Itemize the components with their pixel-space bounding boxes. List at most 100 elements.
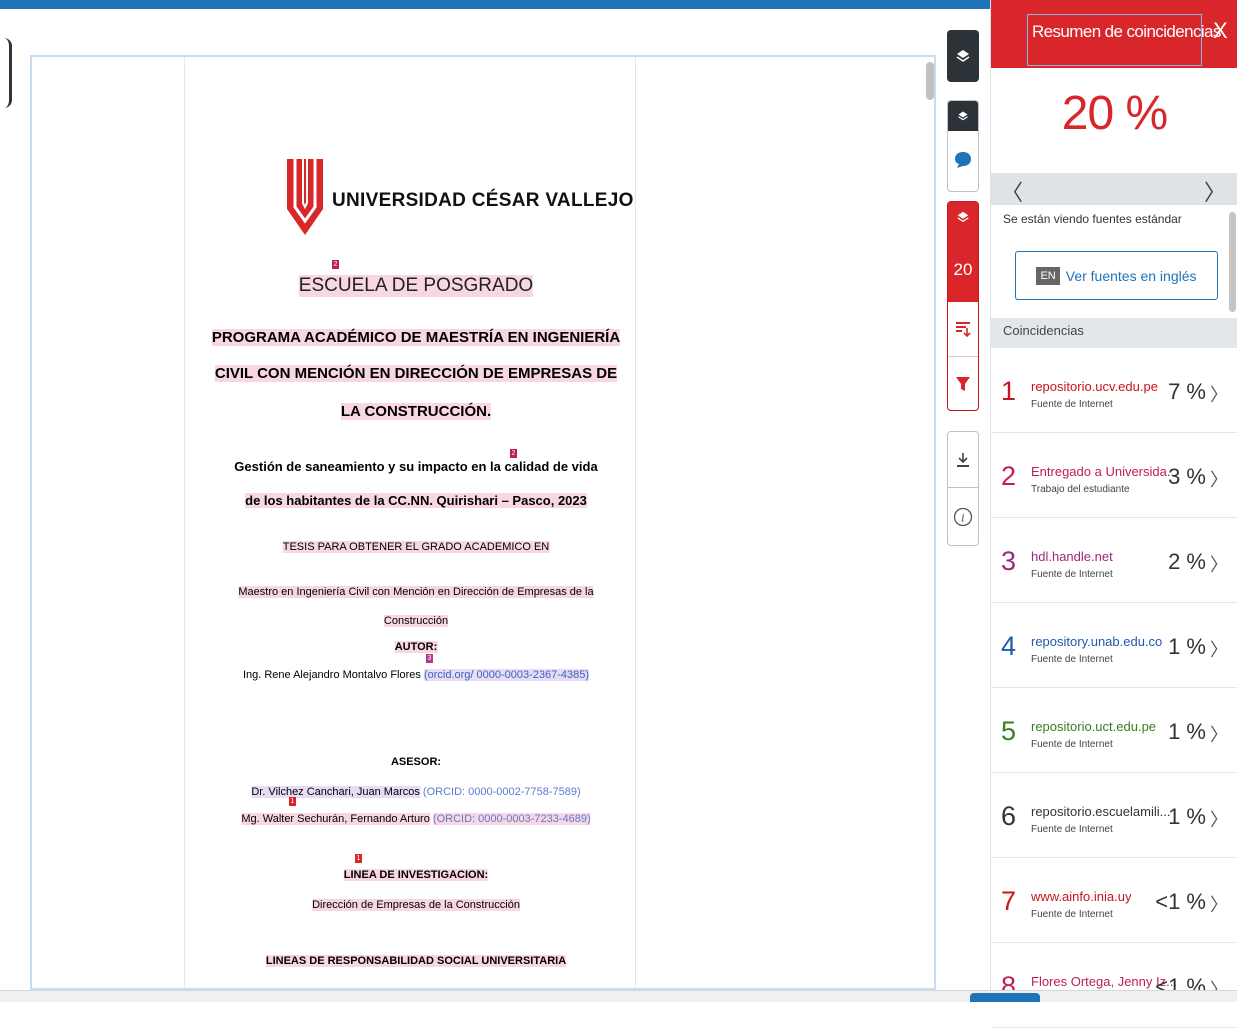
filter-button[interactable] [948, 358, 978, 410]
match-percent: 2 % [1168, 549, 1206, 574]
english-sources-label: Ver fuentes en inglés [1065, 267, 1197, 284]
thesis-degree-statement: TESIS PARA OBTENER EL GRADO ACADEMICO EN [282, 541, 550, 553]
prev-arrow-button[interactable]: 〈 [1001, 175, 1023, 207]
english-sources-button[interactable]: EN Ver fuentes en inglés [1015, 251, 1218, 300]
english-badge: EN [1036, 266, 1060, 285]
advisor-2-line: Mg. Walter Sechurán, Fernando Arturo (OR… [241, 813, 591, 825]
sort-button[interactable] [948, 302, 978, 357]
match-source: hdl.handle.net [1031, 549, 1113, 564]
match-source-type: Fuente de Internet [1031, 824, 1113, 835]
advisor-1-name: Dr. Vilchez Canchari, Juan Marcos [251, 786, 420, 798]
panel-scrollbar[interactable] [1229, 212, 1236, 312]
match-item[interactable]: 7 www.ainfo.inia.uy Fuente de Internet <1 %… [991, 858, 1237, 943]
chevron-right-icon[interactable]: 〉 [1210, 636, 1228, 662]
svg-text:i: i [961, 512, 965, 525]
match-number: 1 [1001, 376, 1017, 406]
sort-bars-icon [956, 322, 971, 338]
layers-small-button[interactable] [948, 101, 978, 131]
collapsed-sidebar-handle[interactable] [0, 38, 12, 108]
panel-pager: 〈 〉 [991, 173, 1237, 205]
thesis-title-line-1: Gestión de saneamiento y su impacto en l… [234, 459, 598, 474]
next-arrow-button[interactable]: 〉 [1204, 175, 1226, 207]
document-viewer[interactable]: UNIVERSIDAD CÉSAR VALLEJO 2 ESCUELA DE P… [30, 55, 936, 990]
match-source-type: Fuente de Internet [1031, 569, 1113, 580]
advisor-2-name: Mg. Walter Sechurán, Fernando Arturo [241, 813, 430, 825]
comments-button[interactable] [948, 145, 978, 175]
match-source-type: Fuente de Internet [1031, 654, 1113, 665]
download-button[interactable] [948, 432, 978, 488]
chevron-right-icon[interactable]: 〉 [1210, 551, 1228, 577]
research-line: Dirección de Empresas de la Construcción [312, 899, 520, 911]
similarity-count: 20 [953, 260, 973, 279]
similarity-toolbar: 20 [947, 201, 979, 411]
university-shield-icon [287, 159, 323, 235]
layers-small-icon [958, 111, 968, 121]
match-percent: 3 % [1168, 464, 1206, 489]
match-item[interactable]: 3 hdl.handle.net Fuente de Internet 2 % 〉 [991, 518, 1237, 603]
author-line: Ing. Rene Alejandro Montalvo Flores (orc… [242, 669, 590, 681]
match-item[interactable]: 5 repositorio.uct.edu.pe Fuente de Interne… [991, 688, 1237, 773]
panel-header: Resumen de coincidencias X [991, 0, 1237, 68]
bottom-action-button[interactable] [970, 993, 1040, 1002]
match-percent: 1 % [1168, 719, 1206, 744]
program-line-1: PROGRAMA ACADÉMICO DE MAESTRÍA EN INGENI… [211, 329, 621, 346]
match-percent: 1 % [1168, 634, 1206, 659]
match-percent: 7 % [1168, 379, 1206, 404]
chevron-right-icon[interactable]: 〉 [1210, 891, 1228, 917]
utility-group: i [947, 431, 979, 546]
match-item[interactable]: 8Flores Ortega, Jenny Iz...<1 %〉 [991, 943, 1237, 1028]
panel-title[interactable]: Resumen de coincidencias [1027, 14, 1221, 66]
rsu-label: LINEAS DE RESPONSABILIDAD SOCIAL UNIVERS… [265, 955, 567, 967]
match-number: 3 [1001, 546, 1017, 576]
match-item[interactable]: 2 Entregado a Universida... Trabajo del es… [991, 433, 1237, 518]
match-item[interactable]: 4 repository.unab.edu.co Fuente de Interne… [991, 603, 1237, 688]
match-source-type: Trabajo del estudiante [1031, 484, 1130, 495]
thesis-title-line-2: de los habitantes de la CC.NN. Quirishar… [245, 493, 587, 508]
author-name: Ing. Rene Alejandro Montalvo Flores [242, 669, 421, 681]
match-marker: 2 [510, 449, 517, 458]
research-line-label: LINEA DE INVESTIGACION: [343, 869, 489, 881]
match-percent: 1 % [1168, 804, 1206, 829]
info-button[interactable]: i [948, 489, 978, 545]
view-toggle-group [947, 100, 979, 192]
close-panel-button[interactable]: X [1213, 18, 1228, 44]
university-name: UNIVERSIDAD CÉSAR VALLEJO [332, 190, 634, 211]
match-number: 4 [1001, 631, 1017, 661]
chevron-right-icon[interactable]: 〉 [1210, 806, 1228, 832]
layers-button[interactable] [947, 30, 979, 82]
match-overview-panel: Resumen de coincidencias X 20 % 〈 〉 Se e… [990, 0, 1237, 1028]
program-line-3: LA CONSTRUCCIÓN. [340, 403, 492, 420]
degree-line-1: Maestro en Ingeniería Civil con Mención … [238, 586, 594, 598]
match-number: 5 [1001, 716, 1017, 746]
match-source: Entregado a Universida... [1031, 464, 1178, 479]
match-number: 6 [1001, 801, 1017, 831]
university-logo: UNIVERSIDAD CÉSAR VALLEJO [285, 157, 633, 239]
match-percent: <1 % [1155, 889, 1206, 914]
match-item[interactable]: 6 repositorio.escuelamili... Fuente de Int… [991, 773, 1237, 858]
chevron-right-icon[interactable]: 〉 [1210, 466, 1228, 492]
bottom-toolbar [0, 990, 1237, 1002]
match-source: repositorio.ucv.edu.pe [1031, 379, 1158, 394]
standard-sources-label: Se están viendo fuentes estándar [1003, 212, 1182, 226]
match-number: 7 [1001, 886, 1017, 916]
chevron-right-icon[interactable]: 〉 [1210, 721, 1228, 747]
match-source: repository.unab.edu.co [1031, 634, 1163, 649]
author-orcid: (orcid.org/ 0000-0003-2367-4385) [423, 669, 590, 681]
info-icon: i [953, 507, 973, 527]
download-icon [957, 452, 969, 467]
match-source: www.ainfo.inia.uy [1031, 889, 1132, 904]
author-label: AUTOR: [394, 641, 438, 653]
chevron-right-icon[interactable]: 〉 [1210, 381, 1228, 407]
match-number: 2 [1001, 461, 1017, 491]
layers-icon [956, 50, 970, 62]
advisor-1-line: Dr. Vilchez Canchari, Juan Marcos (ORCID… [251, 786, 581, 798]
match-source-type: Fuente de Internet [1031, 909, 1113, 920]
overall-similarity-percent: 20 % [1061, 87, 1168, 140]
match-source: repositorio.uct.edu.pe [1031, 719, 1157, 734]
match-source-type: Fuente de Internet [1031, 399, 1113, 410]
document-scrollbar[interactable] [926, 62, 934, 100]
matches-header: Coincidencias [991, 318, 1237, 348]
match-source: repositorio.escuelamili... [1031, 804, 1171, 819]
program-line-2: CIVIL CON MENCIÓN EN DIRECCIÓN DE EMPRES… [214, 365, 618, 382]
match-item[interactable]: 1 repositorio.ucv.edu.pe Fuente de Interne… [991, 348, 1237, 433]
